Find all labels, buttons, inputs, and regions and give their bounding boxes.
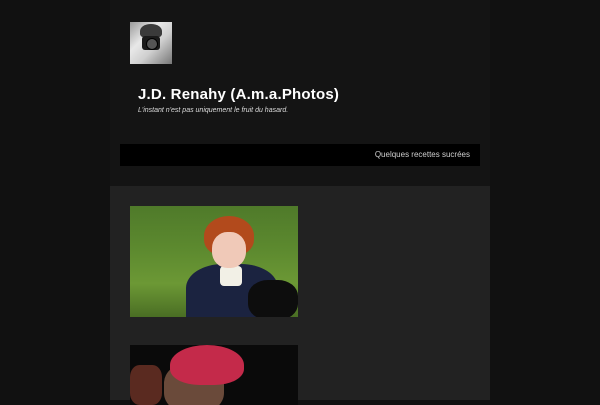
person-sleeve xyxy=(130,365,162,405)
child-face xyxy=(212,232,246,268)
camera-lens-icon xyxy=(146,38,158,50)
site-tagline: L'instant n'est pas uniquement le fruit … xyxy=(138,107,289,114)
post-image-child[interactable] xyxy=(130,206,298,317)
post-image-beret[interactable] xyxy=(130,345,298,405)
person-beret xyxy=(170,345,244,385)
nav-item-recettes[interactable]: Quelques recettes sucrées xyxy=(375,150,470,159)
content-area xyxy=(110,186,490,405)
site-avatar[interactable] xyxy=(130,22,172,64)
main-navigation: Quelques recettes sucrées xyxy=(120,144,480,166)
page-wrapper: J.D. Renahy (A.m.a.Photos) L'instant n'e… xyxy=(110,0,490,405)
site-title[interactable]: J.D. Renahy (A.m.a.Photos) xyxy=(138,86,339,103)
child-shirt xyxy=(220,266,242,286)
site-header: J.D. Renahy (A.m.a.Photos) L'instant n'e… xyxy=(110,0,490,186)
photo-shadow xyxy=(248,280,298,317)
